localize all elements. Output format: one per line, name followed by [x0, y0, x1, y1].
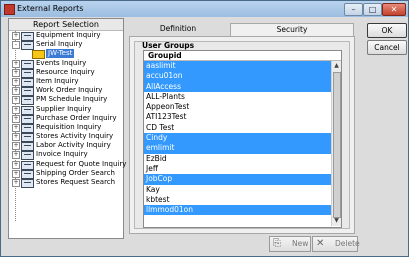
list-item[interactable]: llmmod01on: [144, 205, 332, 216]
window-title: External Reports: [17, 4, 84, 13]
expand-icon[interactable]: +: [12, 77, 20, 86]
security-tab-body: User Groups Groupid aaslimit accu01on AllA…: [129, 36, 355, 234]
expand-icon[interactable]: +: [12, 59, 20, 68]
close-button[interactable]: ✕: [382, 3, 406, 16]
expand-icon[interactable]: +: [12, 179, 20, 187]
tree-item-label: Events Inquiry: [36, 58, 87, 67]
tree-item-label: Labor Activity Inquiry: [36, 141, 111, 150]
list-item[interactable]: Kay: [144, 185, 332, 195]
tree-item[interactable]: + Invoice Inquiry: [9, 150, 123, 161]
list-item[interactable]: kbtest: [144, 195, 332, 205]
tree-item[interactable]: + Work Order Inquiry: [9, 86, 123, 97]
tree-item-label: Stores Activity Inquiry: [36, 132, 114, 141]
tree-item-label: PM Schedule Inquiry: [36, 95, 108, 104]
delete-button-label: Delete: [335, 239, 360, 248]
tree-item[interactable]: + Resource Inquiry: [9, 67, 123, 78]
title-bar[interactable]: External Reports – □ ✕: [1, 1, 408, 17]
expand-icon[interactable]: +: [12, 87, 20, 96]
tree-item-label: Shipping Order Search: [36, 168, 115, 177]
tree-item[interactable]: + Requisition Inquiry: [9, 122, 123, 133]
new-button-label: New: [292, 239, 309, 248]
external-reports-window: External Reports – □ ✕ Report Selection …: [0, 0, 409, 257]
minimize-button[interactable]: –: [344, 3, 363, 16]
vertical-scrollbar[interactable]: ▲ ▼: [331, 61, 341, 226]
expand-icon[interactable]: +: [12, 151, 20, 160]
report-selection-header: Report Selection: [9, 19, 123, 31]
tree-item[interactable]: + Stores Activity Inquiry: [9, 132, 123, 143]
user-groups-list[interactable]: Groupid aaslimit accu01on AllAccess ALL-Pla…: [143, 50, 342, 228]
delete-icon: ✕: [316, 238, 325, 249]
expand-icon[interactable]: +: [12, 68, 20, 77]
app-icon: [4, 4, 15, 15]
tree-item-label: Item Inquiry: [36, 76, 79, 85]
scroll-up-icon[interactable]: ▲: [333, 62, 340, 70]
expand-icon[interactable]: +: [12, 96, 20, 105]
tree-item-label: Purchase Order Inquiry: [36, 113, 117, 122]
list-item[interactable]: emlimit: [144, 143, 332, 154]
tree-item[interactable]: + Item Inquiry: [9, 76, 123, 87]
tree-item[interactable]: + Supplier Inquiry: [9, 104, 123, 115]
expand-icon[interactable]: +: [12, 32, 20, 40]
collapse-icon[interactable]: -: [12, 41, 20, 50]
scroll-thumb[interactable]: [333, 72, 341, 218]
cancel-button[interactable]: Cancel: [367, 40, 407, 55]
list-item[interactable]: accu01on: [144, 71, 332, 82]
group-rows: aaslimit accu01on AllAccess ALL-Plants Appeo…: [144, 61, 341, 216]
tree-item[interactable]: + Labor Activity Inquiry: [9, 141, 123, 152]
tree-item-label: Resource Inquiry: [36, 67, 95, 76]
tab-security[interactable]: Security: [230, 23, 354, 36]
tree-item-label: Stores Request Search: [36, 178, 116, 186]
tree-item[interactable]: + Equipment Inquiry: [9, 31, 123, 41]
tree-item-label: Work Order Inquiry: [36, 86, 103, 95]
tree-item-label: Equipment Inquiry: [36, 31, 101, 39]
report-group-icon: [21, 179, 34, 188]
expand-icon[interactable]: +: [12, 169, 20, 178]
details-panel: Definition Security User Groups Groupid …: [126, 21, 358, 234]
report-tree[interactable]: + Equipment Inquiry - Serial Inquiry JW-Test…: [9, 31, 127, 188]
list-item[interactable]: ATI123Test: [144, 112, 332, 122]
expand-icon[interactable]: +: [12, 123, 20, 132]
tree-item-label: Serial Inquiry: [36, 40, 83, 49]
tree-item-label: Supplier Inquiry: [36, 104, 92, 113]
tree-item[interactable]: - Serial Inquiry: [9, 40, 123, 51]
user-groups-groupbox: User Groups Groupid aaslimit accu01on AllA…: [134, 41, 350, 229]
expand-icon[interactable]: +: [12, 114, 20, 123]
tree-item-label: Invoice Inquiry: [36, 150, 88, 159]
tree-item[interactable]: + Events Inquiry: [9, 58, 123, 69]
tree-item[interactable]: + Stores Request Search: [9, 178, 123, 188]
list-item[interactable]: JobCop: [144, 174, 332, 185]
list-item[interactable]: AllAccess: [144, 81, 332, 92]
list-item[interactable]: Cindy: [144, 133, 332, 144]
expand-icon[interactable]: +: [12, 105, 20, 114]
tree-item-label: Request for Quote Inquiry: [36, 159, 127, 168]
new-button[interactable]: ⎘ New: [269, 236, 311, 252]
list-item[interactable]: AppeonTest: [144, 102, 332, 112]
tree-item[interactable]: + Purchase Order Inquiry: [9, 113, 123, 124]
tree-item[interactable]: + PM Schedule Inquiry: [9, 95, 123, 106]
list-item[interactable]: ALL-Plants: [144, 92, 332, 102]
ok-button[interactable]: OK: [367, 23, 407, 38]
tree-item-label: Requisition Inquiry: [36, 122, 102, 131]
tab-definition[interactable]: Definition: [126, 23, 230, 35]
list-item[interactable]: Jeff: [144, 164, 332, 174]
expand-icon[interactable]: +: [12, 142, 20, 151]
scroll-down-icon[interactable]: ▼: [333, 217, 340, 225]
delete-button[interactable]: ✕ Delete: [312, 236, 360, 252]
expand-icon[interactable]: +: [12, 160, 20, 169]
tree-item-label: JW-Test: [46, 49, 75, 59]
maximize-button[interactable]: □: [363, 3, 382, 16]
expand-icon[interactable]: +: [12, 133, 20, 142]
user-groups-title: User Groups: [142, 41, 195, 50]
report-selection-panel: Report Selection + Equipment Inquiry - Seri…: [8, 18, 127, 239]
tree-item[interactable]: JW-Test: [9, 49, 123, 60]
list-item[interactable]: EzBid: [144, 154, 332, 164]
groupid-column-header[interactable]: Groupid: [144, 51, 341, 61]
new-icon: ⎘: [273, 238, 281, 249]
list-item[interactable]: aaslimit: [144, 61, 332, 72]
tree-item[interactable]: + Request for Quote Inquiry: [9, 159, 127, 170]
list-item[interactable]: CD Test: [144, 123, 332, 133]
tree-item[interactable]: + Shipping Order Search: [9, 168, 123, 179]
